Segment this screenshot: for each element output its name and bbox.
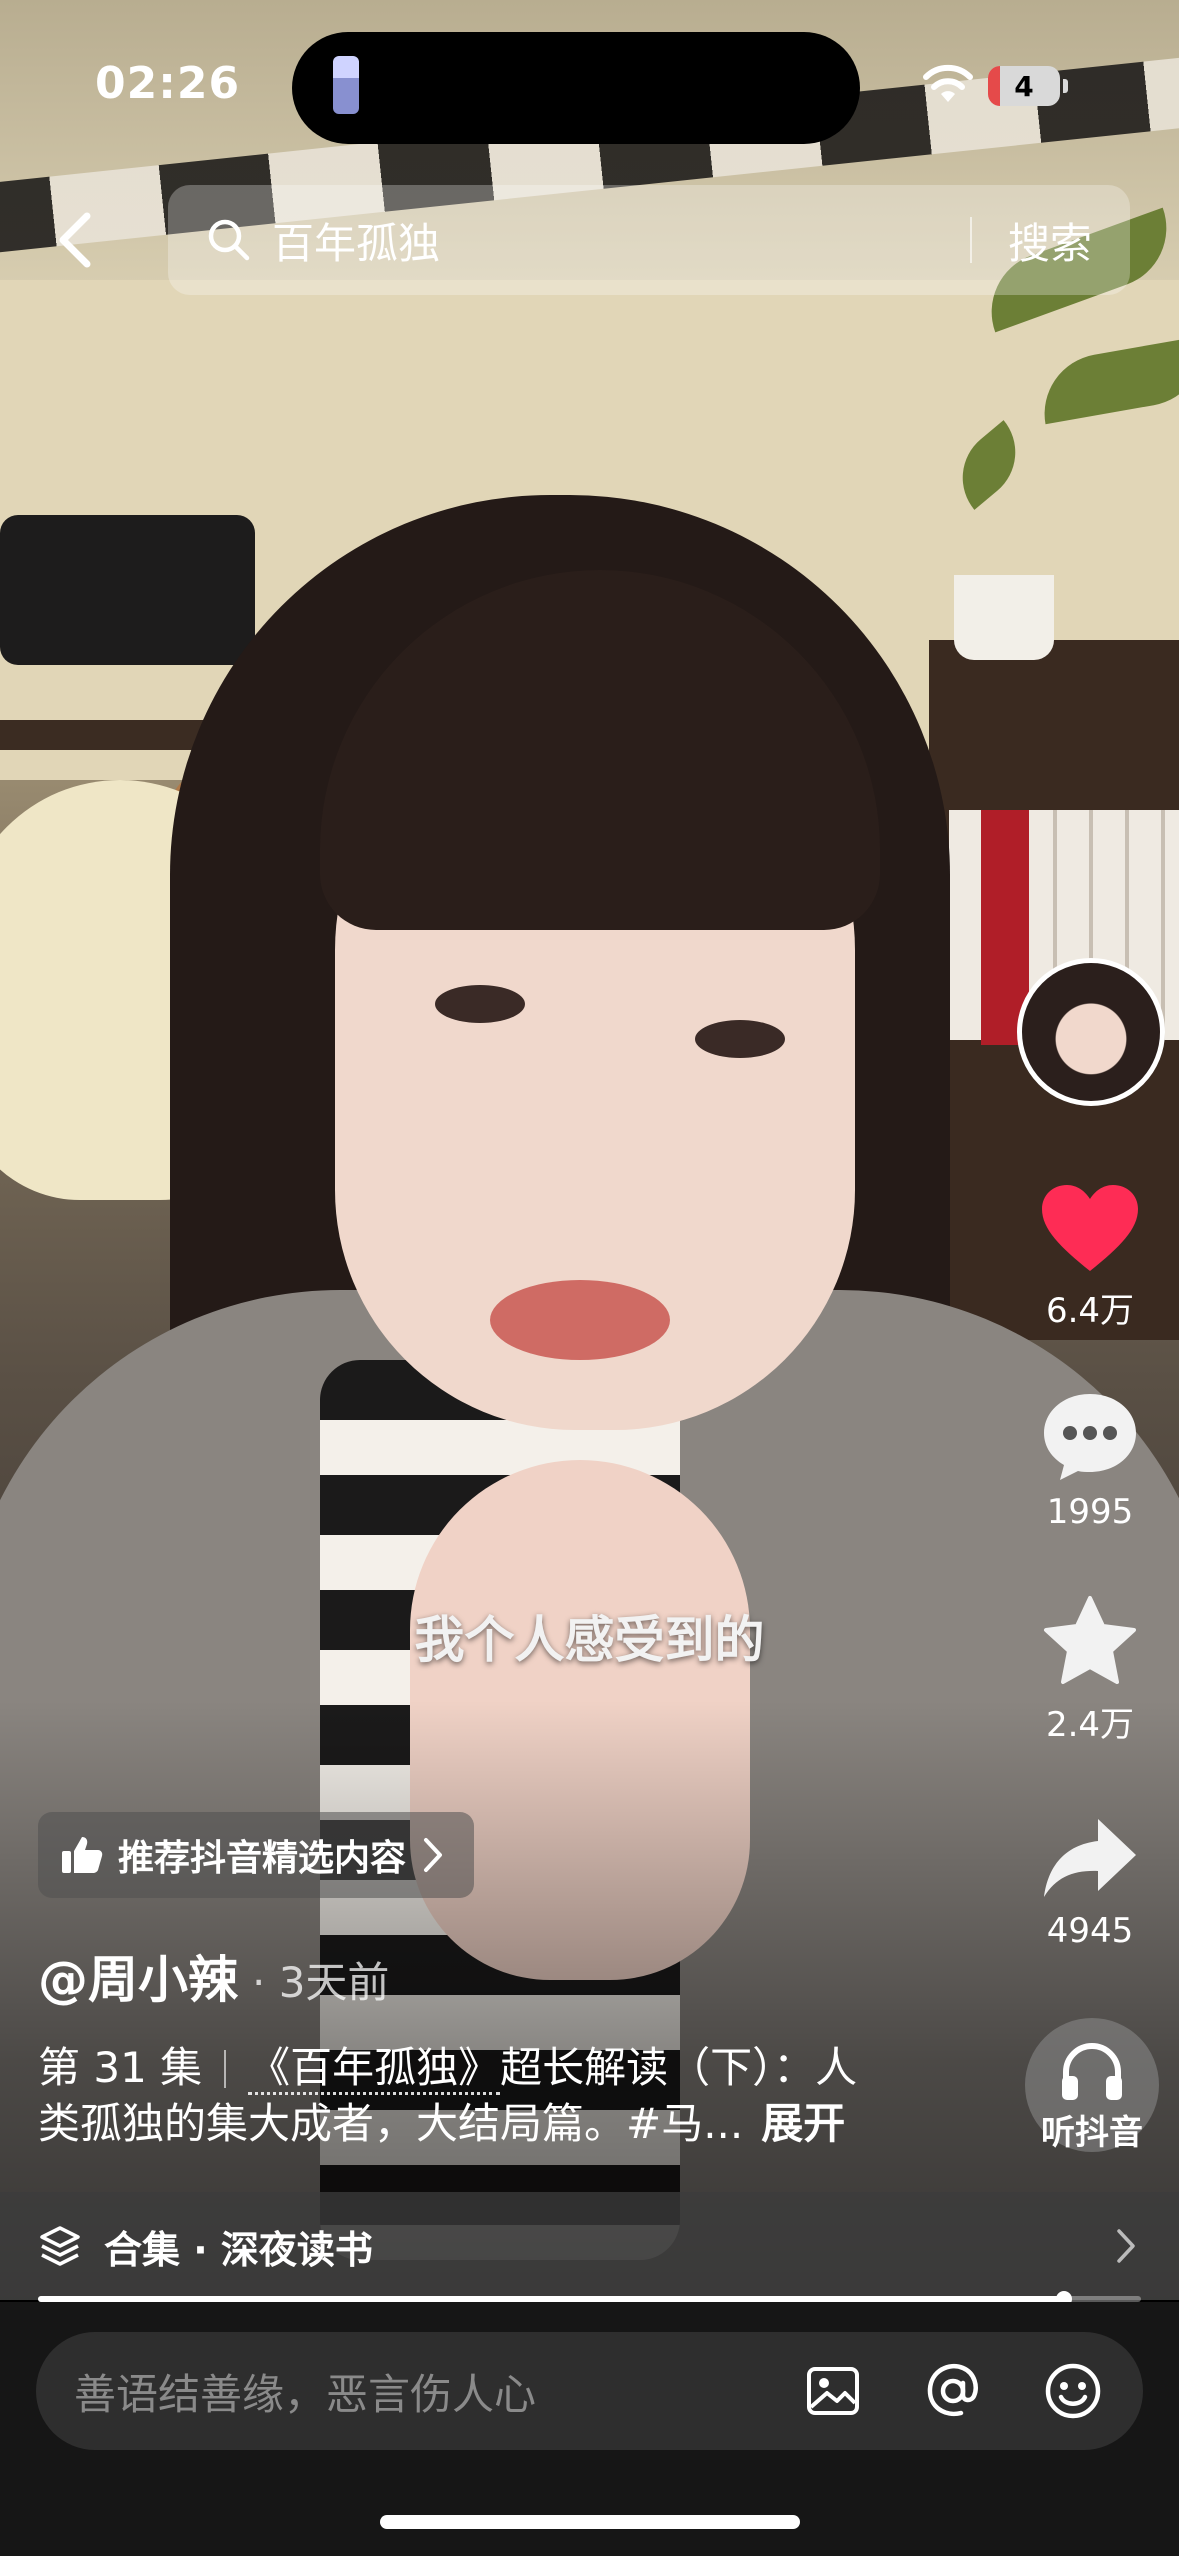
author-line: @周小辣 · 3天前 [38, 1940, 389, 2012]
plant-pot [954, 575, 1054, 660]
share-button[interactable]: 4945 [1020, 1815, 1160, 1951]
comment-button[interactable]: 1995 [1020, 1390, 1160, 1532]
wifi-icon [923, 64, 973, 102]
at-icon[interactable] [923, 2361, 983, 2421]
listen-label: 听抖音 [1041, 2113, 1143, 2153]
comment-placeholder[interactable]: 善语结善缘，恶言伤人心 [74, 2361, 803, 2422]
share-count: 4945 [1046, 1911, 1134, 1951]
comment-count: 1995 [1046, 1492, 1134, 1532]
dynamic-island [292, 32, 860, 144]
back-button[interactable] [40, 200, 110, 280]
layers-icon [40, 2226, 80, 2266]
search-button[interactable]: 搜索 [972, 210, 1130, 271]
share-icon [1044, 1819, 1136, 1897]
chevron-right-icon [1117, 2229, 1135, 2263]
emoji-icon[interactable] [1043, 2361, 1103, 2421]
person-eye [695, 1020, 785, 1058]
caption-text-1: 超长解读（下）：人 [500, 2043, 858, 2092]
search-icon [208, 219, 250, 261]
collection-bar[interactable]: 合集 · 深夜读书 [0, 2192, 1179, 2300]
search-query[interactable]: 百年孤独 [272, 210, 970, 271]
headphones-icon [1062, 2043, 1122, 2100]
back-icon [59, 212, 91, 268]
chevron-right-icon [424, 1838, 443, 1872]
like-button[interactable]: 6.4万 [1020, 1183, 1160, 1332]
caption-text-2: 类孤独的集大成者，大结局篇。#马... [38, 2099, 744, 2148]
post-time: · 3天前 [252, 1958, 390, 2007]
heart-icon [1042, 1185, 1138, 1271]
person-eye [435, 985, 525, 1023]
comment-input[interactable]: 善语结善缘，恶言伤人心 [36, 2332, 1143, 2450]
author-name[interactable]: @周小辣 [38, 1940, 238, 2012]
favorite-count: 2.4万 [1045, 1705, 1135, 1745]
projector [0, 515, 255, 665]
thumbs-up-icon [62, 1837, 103, 1873]
recommend-label: 推荐抖音精选内容 [118, 1838, 407, 1879]
status-time: 02:26 [95, 58, 241, 109]
comment-icon [1044, 1394, 1136, 1480]
recommend-chip[interactable]: 推荐抖音精选内容 [38, 1812, 475, 1898]
like-count: 6.4万 [1045, 1291, 1135, 1331]
expand-button[interactable]: 展开 [761, 2099, 845, 2148]
author-avatar[interactable] [1017, 958, 1165, 1106]
collection-label: 合集 · 深夜读书 [104, 2227, 373, 2272]
battery-indicator: 4 [988, 66, 1068, 106]
search-bar[interactable]: 百年孤独 搜索 [168, 185, 1130, 295]
video-subtitle: 我个人感受到的 [414, 1611, 765, 1669]
book-link[interactable]: 《百年孤独》 [248, 2043, 501, 2095]
image-icon[interactable] [803, 2361, 863, 2421]
person-lips [490, 1280, 670, 1360]
home-indicator[interactable] [380, 2515, 800, 2529]
caption-divider [224, 2050, 227, 2088]
episode-label: 第 31 集 [38, 2043, 203, 2092]
battery-level: 4 [1014, 69, 1034, 103]
flashlight-icon [333, 56, 359, 114]
video-caption[interactable]: 第 31 集《百年孤独》超长解读（下）：人 类孤独的集大成者，大结局篇。#马..… [38, 2040, 918, 2152]
